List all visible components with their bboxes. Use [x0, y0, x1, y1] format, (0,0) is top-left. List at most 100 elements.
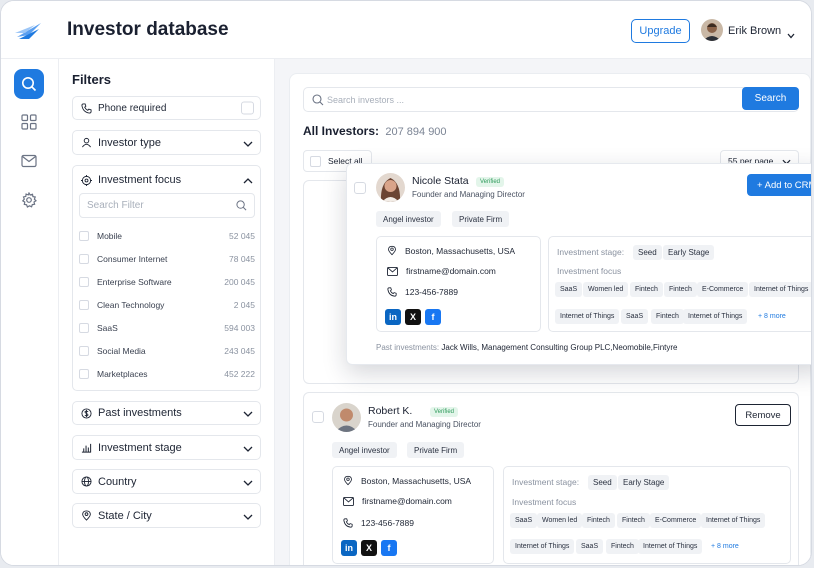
- chevron-down-icon[interactable]: [243, 404, 253, 422]
- investor-role: Founder and Managing Director: [412, 190, 525, 199]
- investor-card[interactable]: Nicole Stata Verified Founder and Managi…: [346, 163, 811, 365]
- mail-icon: [387, 266, 398, 276]
- upgrade-button[interactable]: Upgrade: [631, 19, 690, 43]
- filter-state-city[interactable]: State / City: [72, 503, 261, 528]
- search-icon[interactable]: [14, 69, 44, 99]
- remove-button[interactable]: Remove: [735, 404, 791, 426]
- focus-chip: Internet of Things: [555, 309, 620, 324]
- location-text: Boston, Massachusetts, USA: [361, 475, 472, 486]
- filter-country[interactable]: Country: [72, 469, 261, 494]
- list-item[interactable]: SaaS 594 003: [79, 320, 255, 336]
- checkbox[interactable]: [79, 277, 89, 287]
- search-investors-input[interactable]: Search investors ...: [303, 87, 799, 112]
- user-icon: [82, 137, 91, 148]
- filter-label: Phone required: [98, 102, 167, 114]
- list-item[interactable]: Marketplaces 452 222: [79, 366, 255, 382]
- app-window: Investor database Upgrade Erik Brown Fil…: [0, 0, 812, 566]
- focus-chip: Fintech: [651, 309, 684, 324]
- search-button[interactable]: Search: [742, 87, 799, 110]
- list-item[interactable]: Clean Technology 2 045: [79, 297, 255, 313]
- focus-chip: Fintech: [630, 282, 663, 297]
- list-item[interactable]: Consumer Internet 78 045: [79, 251, 255, 267]
- list-item[interactable]: Enterprise Software 200 045: [79, 274, 255, 290]
- page-title: Investor database: [67, 19, 229, 40]
- mail-icon: [343, 496, 354, 506]
- chevron-up-icon[interactable]: [243, 171, 253, 189]
- email-text[interactable]: firstname@domain.com: [362, 496, 452, 506]
- focus-chip: E-Commerce: [650, 513, 702, 528]
- chevron-down-icon[interactable]: [787, 26, 795, 44]
- checkbox[interactable]: [79, 323, 89, 333]
- focus-chip: Internet of Things: [701, 513, 766, 528]
- phone-icon: [81, 102, 92, 114]
- list-item[interactable]: Mobile 52 045: [79, 228, 255, 244]
- show-more-link[interactable]: + 8 more: [753, 309, 791, 324]
- focus-chip: Fintech: [664, 282, 697, 297]
- checkbox[interactable]: [79, 254, 89, 264]
- checkbox[interactable]: [79, 369, 89, 379]
- avatar: [332, 403, 361, 432]
- chevron-down-icon[interactable]: [243, 473, 253, 491]
- filter-label: Investment focus: [98, 174, 182, 186]
- investor-type-tag: Private Firm: [452, 211, 510, 227]
- add-to-crm-button[interactable]: + Add to CRM: [747, 174, 811, 196]
- email-text[interactable]: firstname@domain.com: [406, 266, 496, 276]
- avatar[interactable]: [701, 19, 723, 41]
- checkbox[interactable]: [79, 231, 89, 241]
- grid-icon[interactable]: [14, 107, 44, 137]
- linkedin-icon[interactable]: in: [385, 309, 401, 325]
- card-checkbox[interactable]: [312, 411, 324, 423]
- user-name[interactable]: Erik Brown: [728, 25, 781, 37]
- focus-chip: Women led: [583, 282, 629, 297]
- checkbox[interactable]: [310, 156, 321, 167]
- verified-badge: Verified: [430, 407, 459, 417]
- investor-name[interactable]: Robert K.: [368, 405, 412, 417]
- focus-chip: SaaS: [510, 513, 538, 528]
- checkbox[interactable]: [79, 346, 89, 356]
- focus-chip: SaaS: [621, 309, 649, 324]
- focus-chip: SaaS: [576, 539, 604, 554]
- filter-label: State / City: [98, 509, 152, 522]
- search-filter-input[interactable]: Search Filter: [79, 193, 255, 218]
- show-more-link[interactable]: + 8 more: [706, 539, 744, 554]
- chart-icon: [81, 443, 92, 453]
- checkbox[interactable]: [79, 300, 89, 310]
- investor-type-tag: Angel investor: [332, 442, 397, 458]
- icon-rail: [1, 59, 59, 565]
- search-icon: [312, 94, 324, 106]
- contact-box: Boston, Massachusetts, USA firstname@dom…: [376, 236, 541, 332]
- phone-text[interactable]: 123-456-7889: [405, 287, 458, 297]
- facebook-icon[interactable]: f: [381, 540, 397, 556]
- x-icon[interactable]: X: [405, 309, 421, 325]
- x-icon[interactable]: X: [361, 540, 377, 556]
- filter-phone-required[interactable]: Phone required: [72, 96, 261, 120]
- card-checkbox[interactable]: [354, 182, 366, 194]
- past-investments: Past investments: Jack Wills, Management…: [376, 343, 678, 352]
- search-icon: [236, 200, 247, 211]
- phone-icon: [387, 287, 397, 297]
- chevron-down-icon[interactable]: [243, 134, 253, 152]
- focus-chip: Women led: [537, 513, 583, 528]
- stage-chip: Seed: [588, 475, 617, 490]
- filter-investment-stage[interactable]: Investment stage: [72, 435, 261, 460]
- top-header: Investor database Upgrade Erik Brown: [1, 1, 811, 59]
- mail-icon[interactable]: [14, 146, 44, 176]
- phone-required-checkbox[interactable]: [241, 101, 254, 115]
- chevron-down-icon[interactable]: [243, 439, 253, 457]
- investor-card[interactable]: Robert K. Verified Founder and Managing …: [303, 392, 799, 565]
- filter-investor-type[interactable]: Investor type: [72, 130, 261, 155]
- phone-icon: [343, 518, 353, 528]
- filter-past-investments[interactable]: Past investments: [72, 401, 261, 425]
- filter-label: Country: [98, 475, 137, 488]
- facebook-icon[interactable]: f: [425, 309, 441, 325]
- verified-badge: Verified: [476, 177, 505, 187]
- settings-icon[interactable]: [14, 185, 44, 215]
- investor-type-tag: Angel investor: [376, 211, 441, 227]
- phone-text[interactable]: 123-456-7889: [361, 518, 414, 528]
- stage-chip: Early Stage: [663, 245, 715, 260]
- chevron-down-icon[interactable]: [243, 507, 253, 525]
- filter-label: Investor type: [98, 136, 161, 149]
- list-item[interactable]: Social Media 243 045: [79, 343, 255, 359]
- investor-name[interactable]: Nicole Stata: [412, 175, 469, 187]
- linkedin-icon[interactable]: in: [341, 540, 357, 556]
